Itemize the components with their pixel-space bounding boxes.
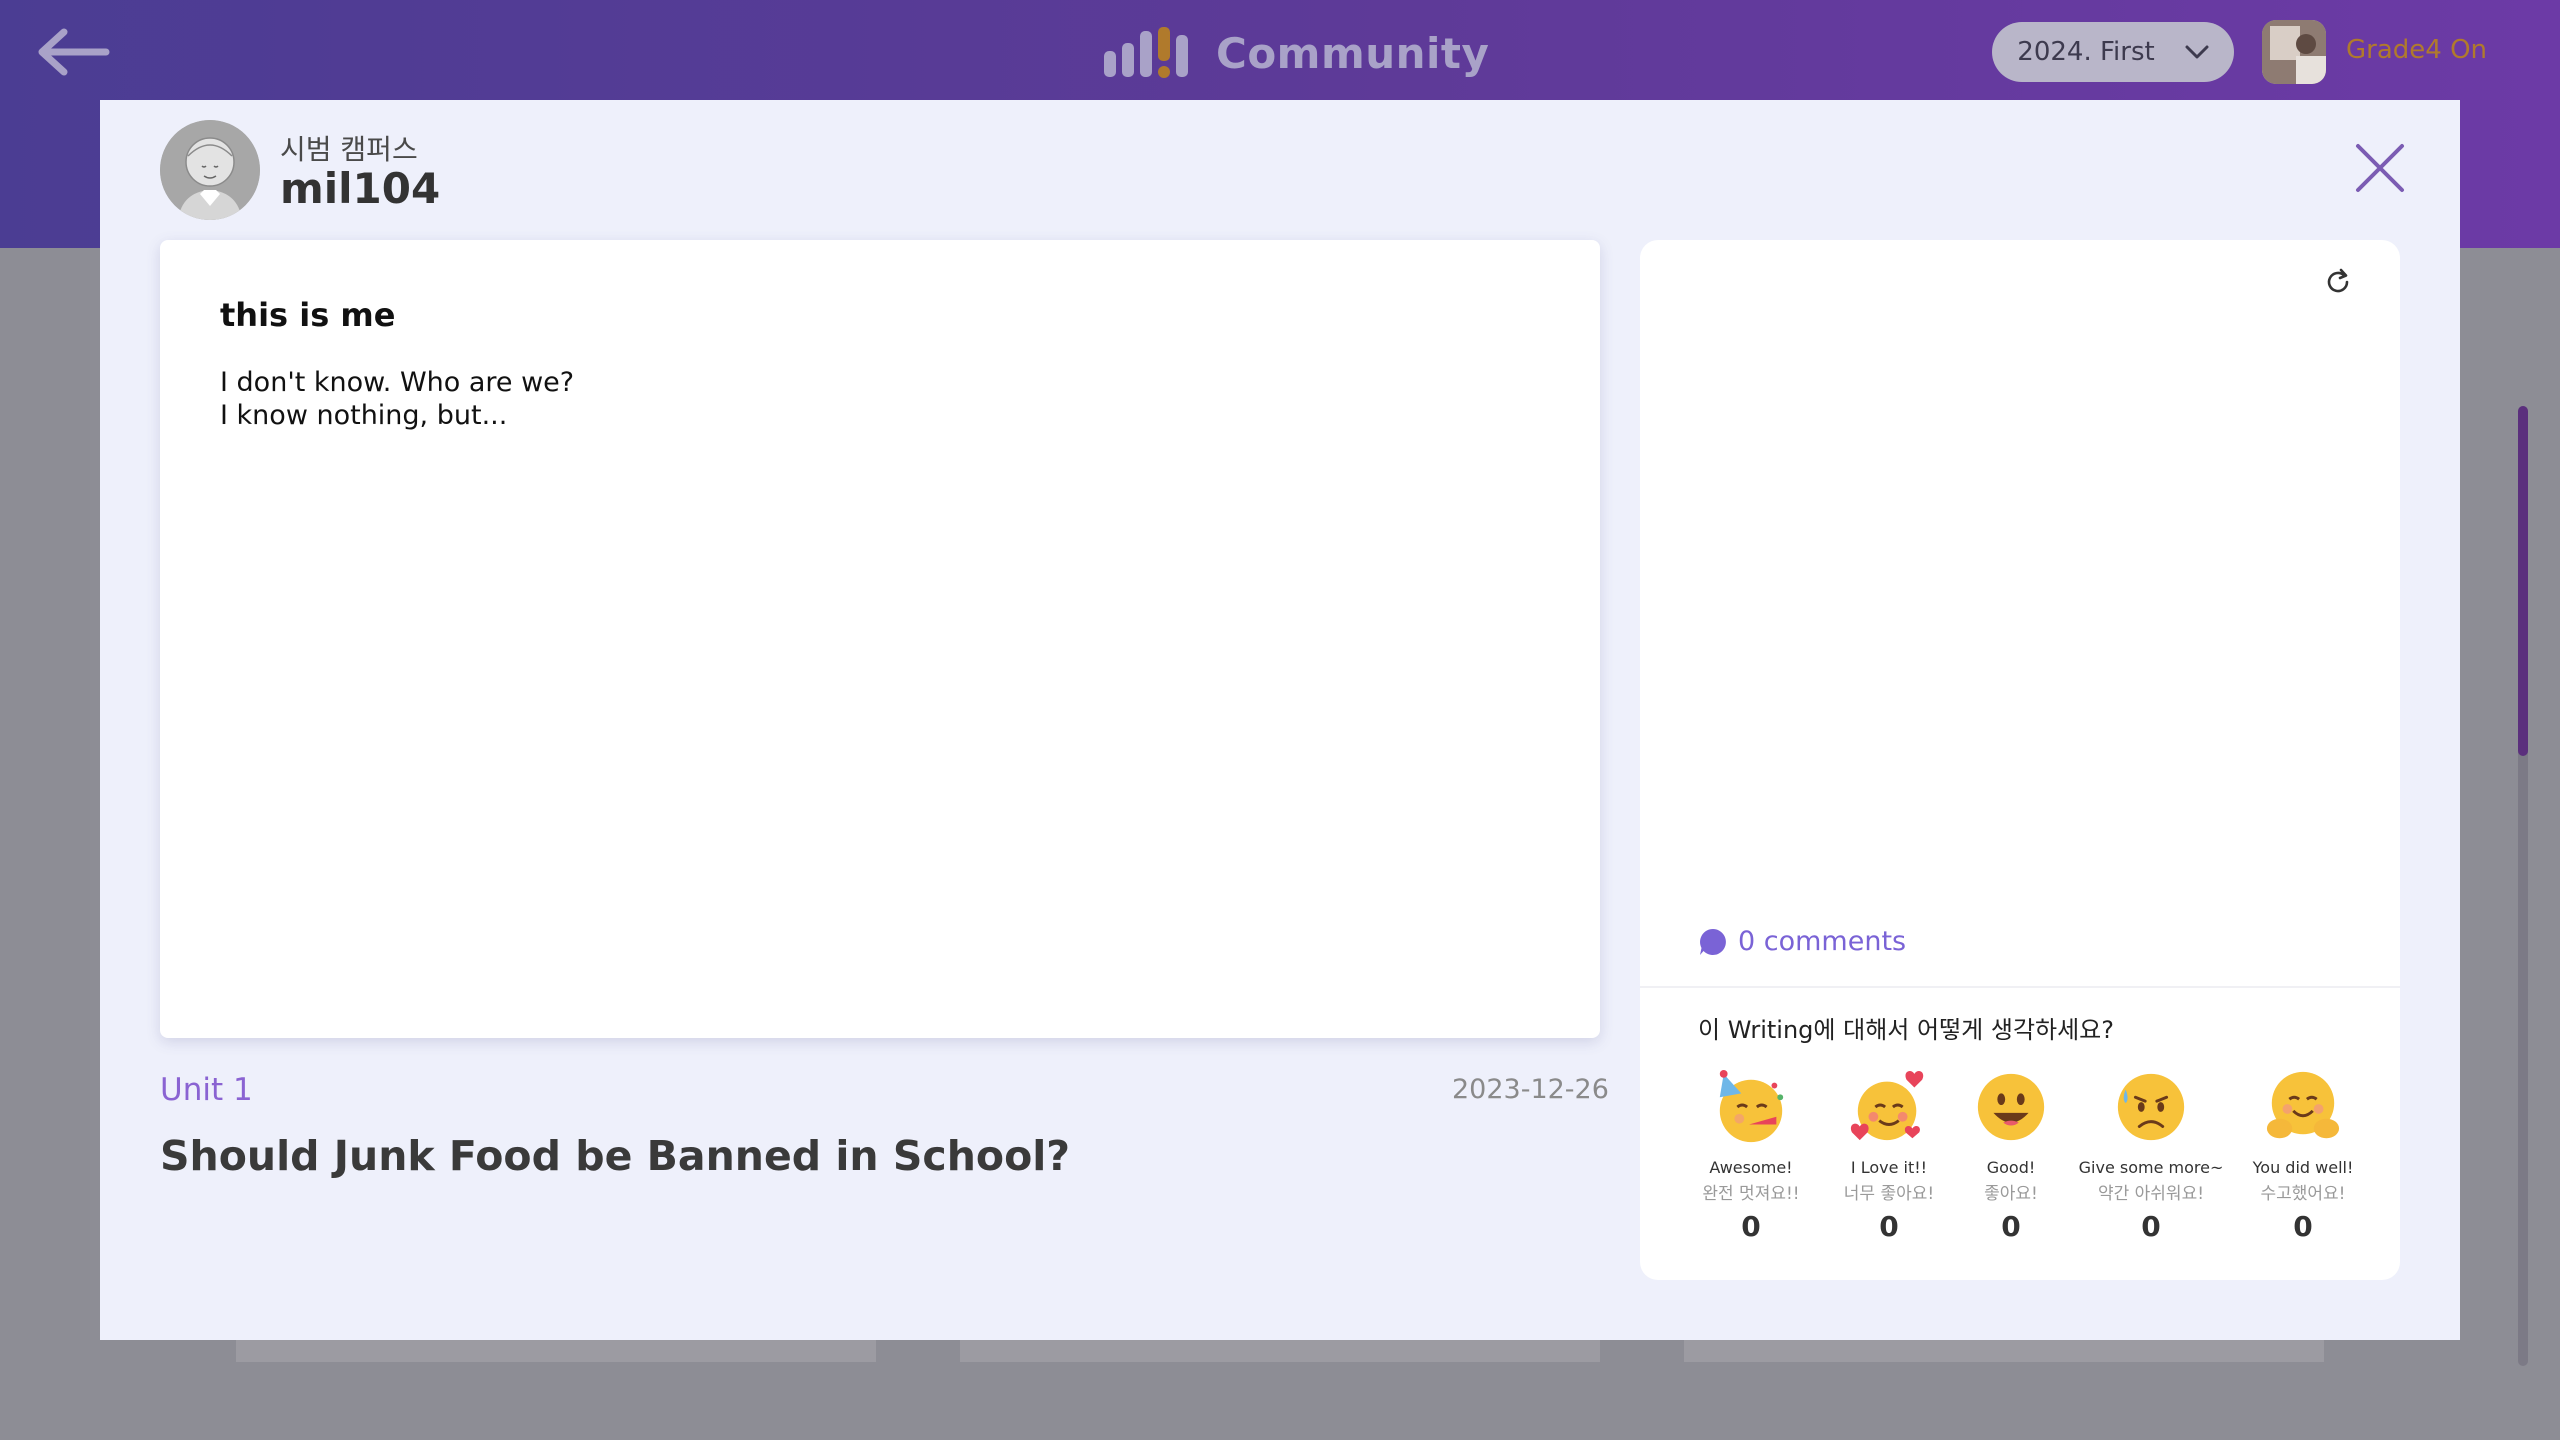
reaction-count: 0 [2141, 1210, 2161, 1243]
bar-chart-logo-icon [1104, 27, 1188, 78]
sad-sweat-face-icon [2117, 1073, 2185, 1141]
reaction-label-en: Awesome! [1709, 1158, 1793, 1177]
reaction-list: Awesome! 완전 멋져요!! 0 I Love it!! 너무 좋아요! … [1676, 1068, 2376, 1268]
term-dropdown[interactable]: 2024. First [1992, 22, 2234, 82]
topic-title: Should Junk Food be Banned in School? [160, 1132, 1071, 1180]
writing-title: this is me [220, 296, 396, 334]
feedback-panel: 0 comments 이 Writing에 대해서 어떻게 생각하세요? Awe… [1640, 240, 2400, 1280]
back-button[interactable] [34, 24, 114, 80]
term-dropdown-value: 2024. First [2017, 37, 2155, 67]
reaction-label-ko: 완전 멋져요!! [1702, 1184, 1800, 1204]
reaction-give-more[interactable]: Give some more~ 약간 아쉬워요! 0 [2076, 1068, 2226, 1243]
writing-body: I don't know. Who are we? I know nothing… [220, 366, 574, 432]
reaction-label-ko: 약간 아쉬워요! [2097, 1184, 2205, 1204]
comments-count: 0 comments [1738, 926, 1907, 957]
chevron-down-icon [2185, 45, 2209, 59]
refresh-button[interactable] [2322, 266, 2354, 298]
hugging-face-icon [2266, 1071, 2340, 1139]
author-campus: 시범 캠퍼스 [280, 133, 418, 166]
grinning-face-icon [1977, 1073, 2045, 1141]
unit-label: Unit 1 [160, 1072, 253, 1108]
arrow-left-icon [38, 28, 110, 76]
post-detail-modal: 시범 캠퍼스 mil104 this is me I don't know. W… [100, 100, 2460, 1340]
party-face-icon [1719, 1069, 1784, 1143]
reaction-count: 0 [2001, 1210, 2021, 1243]
close-icon [2356, 144, 2404, 192]
chat-bubble-icon [1700, 928, 1726, 955]
user-avatar[interactable] [2262, 20, 2326, 84]
reaction-label-ko: 좋아요! [1984, 1184, 2038, 1204]
reaction-label-ko: 수고했어요! [2260, 1184, 2346, 1204]
writing-line: I don't know. Who are we? [220, 367, 575, 398]
divider [1640, 986, 2400, 988]
user-photo [2262, 20, 2326, 84]
reaction-good[interactable]: Good! 좋아요! 0 [1936, 1068, 2086, 1243]
author-avatar [160, 120, 260, 220]
writing-line: I know nothing, but... [220, 400, 508, 431]
hearts-face-icon [1850, 1071, 1924, 1141]
close-button[interactable] [2352, 140, 2408, 196]
reaction-awesome[interactable]: Awesome! 완전 멋져요!! 0 [1676, 1068, 1826, 1243]
comments-link[interactable]: 0 comments [1698, 926, 1906, 957]
reaction-label-en: You did well! [2252, 1158, 2354, 1177]
author-id: mil104 [280, 164, 441, 213]
post-date: 2023-12-26 [1452, 1074, 1609, 1105]
reaction-label-en: Good! [1986, 1158, 2036, 1177]
page-scrollbar-thumb[interactable] [2518, 406, 2528, 756]
writing-card: this is me I don't know. Who are we? I k… [160, 240, 1600, 1038]
user-name[interactable]: Grade4 On [2346, 35, 2487, 65]
reaction-count: 0 [1741, 1210, 1761, 1243]
brand: Community [1104, 22, 1489, 84]
app-title: Community [1216, 28, 1490, 78]
reaction-well-done[interactable]: You did well! 수고했어요! 0 [2228, 1068, 2378, 1243]
reaction-count: 0 [2293, 1210, 2313, 1243]
reaction-label-en: Give some more~ [2078, 1158, 2224, 1177]
default-avatar-icon [160, 120, 260, 220]
refresh-icon [2327, 268, 2349, 293]
reaction-question: 이 Writing에 대해서 어떻게 생각하세요? [1698, 1016, 2115, 1044]
